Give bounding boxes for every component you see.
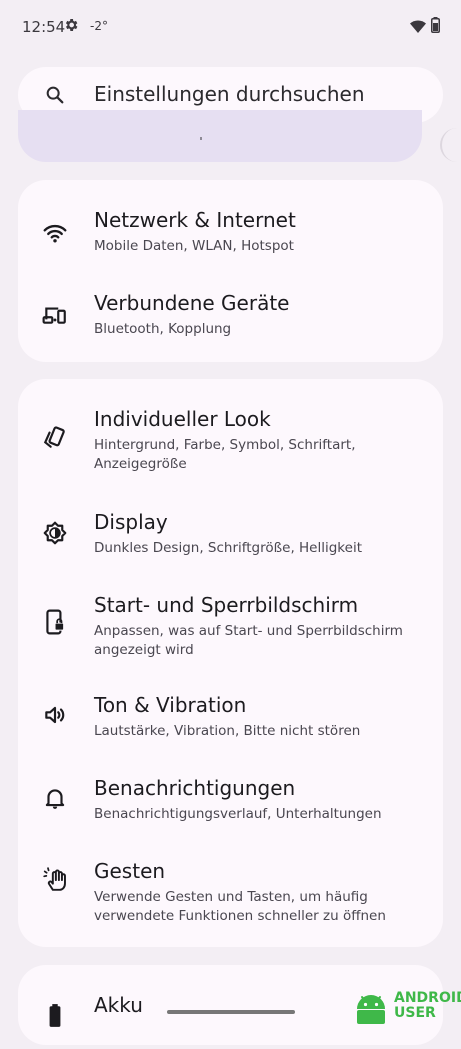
battery-icon: [49, 1004, 61, 1027]
suggestion-text-fragment: [200, 137, 202, 140]
logo-text: ANDROID USER: [394, 991, 461, 1021]
item-subtitle: Hintergrund, Farbe, Symbol, Schriftart, …: [94, 437, 356, 472]
search-icon: [46, 86, 64, 104]
item-title: Netzwerk & Internet: [94, 208, 296, 232]
phone-lock-icon: [46, 609, 65, 635]
settings-item-gestures[interactable]: Gesten Verwende Gesten und Tasten, um hä…: [18, 859, 443, 935]
item-title: Individueller Look: [94, 407, 271, 431]
settings-item-display[interactable]: Display Dunkles Design, Schriftgröße, He…: [18, 510, 443, 566]
item-title: Verbundene Geräte: [94, 291, 290, 315]
item-subtitle: Verwende Gesten und Tasten, um häufig ve…: [94, 889, 386, 924]
item-subtitle: Anpassen, was auf Start- und Sperrbildsc…: [94, 623, 403, 658]
item-title: Start- und Sperrbildschirm: [94, 593, 359, 617]
wifi-status-icon: [410, 20, 426, 33]
volume-icon: [45, 706, 65, 724]
status-temperature: -2°: [90, 19, 108, 33]
status-time: 12:54: [22, 18, 66, 36]
item-subtitle: Benachrichtigungsverlauf, Unterhaltungen: [94, 806, 382, 822]
connected-devices-icon: [42, 307, 66, 324]
suggestion-card[interactable]: [18, 110, 422, 162]
item-subtitle: Mobile Daten, WLAN, Hotspot: [94, 238, 294, 254]
palette-icon: [43, 426, 65, 448]
item-subtitle: Lautstärke, Vibration, Bitte nicht störe…: [94, 723, 361, 739]
item-title: Gesten: [94, 859, 166, 883]
brightness-icon: [43, 521, 67, 545]
item-title: Ton & Vibration: [94, 693, 247, 717]
battery-status-icon: [431, 17, 440, 33]
logo-line-2: USER: [394, 1005, 436, 1021]
settings-group-personalization: Individueller Look Hintergrund, Farbe, S…: [18, 379, 443, 947]
item-title: Akku: [94, 993, 143, 1017]
item-subtitle: Dunkles Design, Schriftgröße, Helligkeit: [94, 540, 362, 556]
android-user-logo: ANDROID USER: [354, 990, 461, 1024]
bell-icon: [45, 789, 65, 809]
navigation-handle[interactable]: [167, 1010, 295, 1014]
settings-item-sound[interactable]: Ton & Vibration Lautstärke, Vibration, B…: [18, 693, 443, 749]
search-label: Einstellungen durchsuchen: [94, 82, 365, 106]
settings-item-connected-devices[interactable]: Verbundene Geräte Bluetooth, Kopplung: [18, 291, 443, 347]
settings-group-connections: Netzwerk & Internet Mobile Daten, WLAN, …: [18, 180, 443, 362]
suggestion-card-next[interactable]: [440, 128, 461, 162]
settings-item-home-lockscreen[interactable]: Start- und Sperrbildschirm Anpassen, was…: [18, 593, 443, 669]
settings-item-look[interactable]: Individueller Look Hintergrund, Farbe, S…: [18, 407, 443, 483]
gear-icon: [65, 19, 78, 31]
status-bar: 12:54 -2°: [0, 0, 461, 54]
item-subtitle: Bluetooth, Kopplung: [94, 321, 232, 337]
settings-item-network[interactable]: Netzwerk & Internet Mobile Daten, WLAN, …: [18, 208, 443, 264]
logo-line-1: ANDROID: [394, 990, 461, 1006]
gesture-icon: [43, 867, 66, 891]
wifi-icon: [43, 224, 67, 243]
item-title: Benachrichtigungen: [94, 776, 296, 800]
item-title: Display: [94, 510, 168, 534]
settings-item-notifications[interactable]: Benachrichtigungen Benachrichtigungsverl…: [18, 776, 443, 832]
android-robot-icon: [357, 995, 385, 1024]
